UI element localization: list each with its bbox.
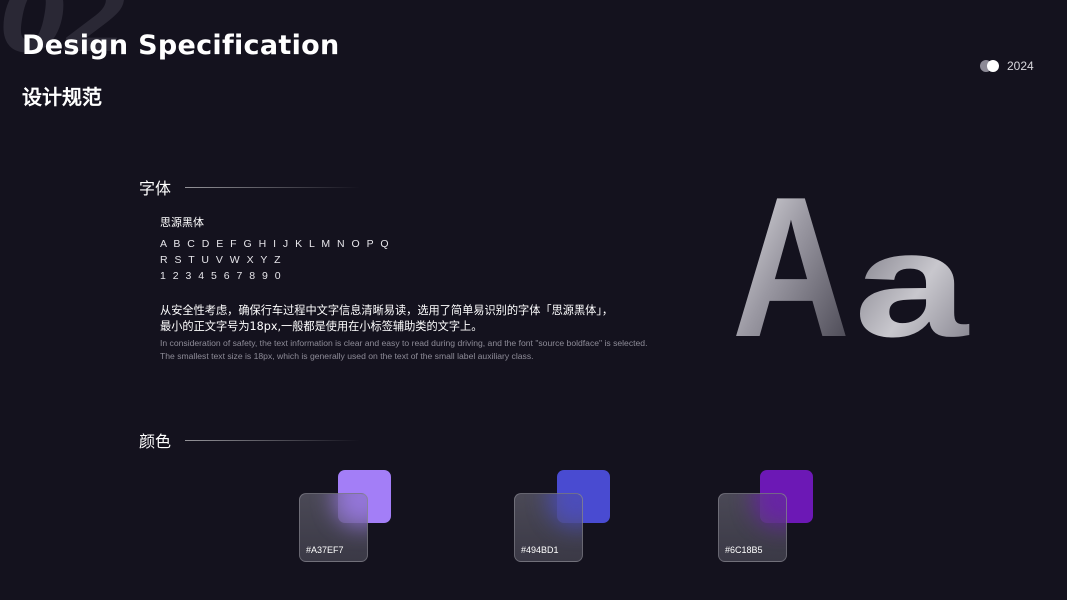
swatch-glass-card: #494BD1 xyxy=(514,493,583,562)
font-section-header: 字体 xyxy=(139,175,361,199)
font-section-label: 字体 xyxy=(139,179,172,198)
color-section-label: 颜色 xyxy=(139,432,172,451)
page-subtitle: 设计规范 xyxy=(22,85,102,109)
swatch-hex-label: #494BD1 xyxy=(521,545,559,555)
font-sample-glyph: A a Aa xyxy=(736,180,970,350)
color-swatch-3: #6C18B5 xyxy=(718,470,813,565)
font-description-cn-line-2: 最小的正文字号为18px,一般都是使用在小标签辅助类的文字上。 xyxy=(160,320,483,333)
swatch-hex-label: #A37EF7 xyxy=(306,545,344,555)
font-description-en-line-2: The smallest text size is 18px, which is… xyxy=(160,351,534,361)
alphabet-line-1: A B C D E F G H I J K L M N O P Q xyxy=(160,238,391,250)
color-swatch-1: #A37EF7 xyxy=(299,470,394,565)
swatch-glass-card: #6C18B5 xyxy=(718,493,787,562)
color-swatch-2: #494BD1 xyxy=(514,470,610,565)
digits-line: 1 2 3 4 5 6 7 8 9 0 xyxy=(160,270,283,282)
section-divider xyxy=(185,186,361,188)
font-description-en-line-1: In consideration of safety, the text inf… xyxy=(160,338,648,348)
font-name: 思源黑体 xyxy=(160,216,204,229)
section-divider xyxy=(185,439,361,441)
swatch-glass-card: #A37EF7 xyxy=(299,493,368,562)
swatch-hex-label: #6C18B5 xyxy=(725,545,763,555)
page-title: Design Specification xyxy=(22,30,340,61)
year-label: 2024 xyxy=(1007,59,1034,73)
font-description-cn-line-1: 从安全性考虑，确保行车过程中文字信息清晰易读，选用了简单易识别的字体「思源黑体」… xyxy=(160,304,614,317)
alphabet-line-2: R S T U V W X Y Z xyxy=(160,254,283,266)
color-section-header: 颜色 xyxy=(139,428,361,452)
glyph-capital-a: A xyxy=(736,180,850,350)
toggle-circle-front xyxy=(987,60,999,72)
theme-toggle-icon[interactable] xyxy=(980,60,999,72)
glyph-lowercase-a: a xyxy=(854,200,970,350)
